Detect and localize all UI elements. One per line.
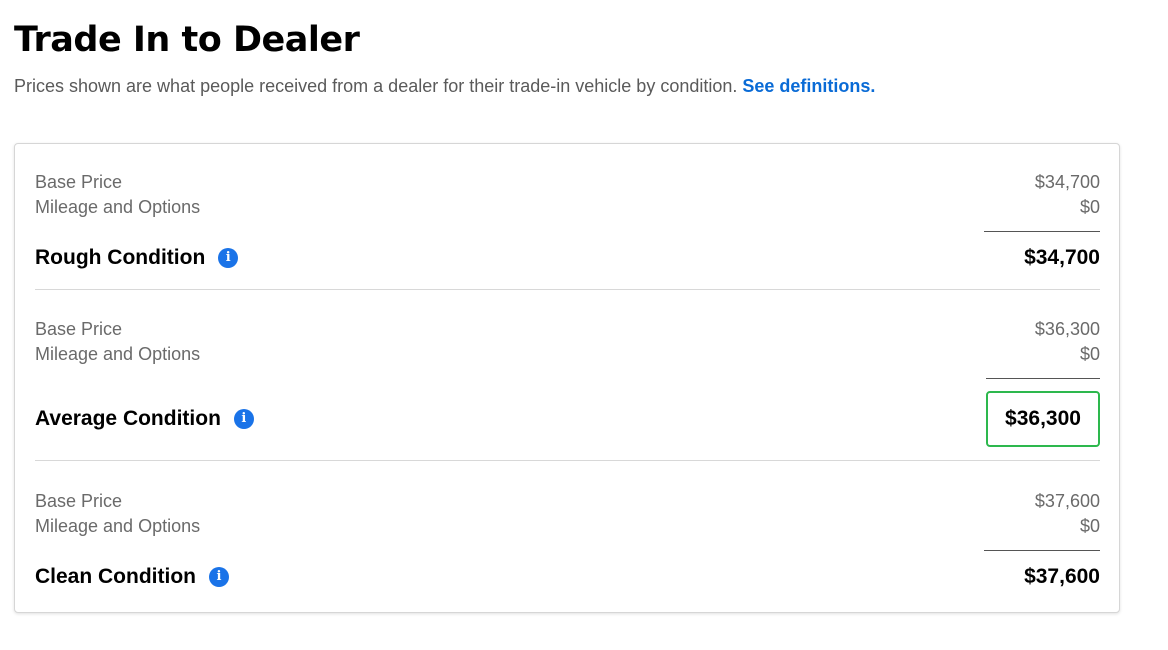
subtotal-rule	[984, 231, 1100, 232]
mileage-options-row: Mileage and Options $0	[35, 514, 1100, 538]
mileage-options-value: $0	[1079, 516, 1100, 536]
trade-in-page: Trade In to Dealer Prices shown are what…	[0, 0, 1168, 650]
info-icon[interactable]: i	[233, 409, 254, 429]
base-price-row: Base Price $36,300	[35, 317, 1100, 341]
condition-total: $34,700	[1024, 246, 1100, 269]
section-divider	[35, 460, 1100, 461]
mileage-options-value: $0	[1079, 197, 1100, 217]
mileage-options-row: Mileage and Options $0	[35, 195, 1100, 219]
condition-name: Clean Condition	[35, 565, 196, 588]
section-divider	[35, 289, 1100, 290]
condition-name: Rough Condition	[35, 246, 206, 269]
subtitle-text: Prices shown are what people received fr…	[14, 76, 738, 96]
base-price-row: Base Price $37,600	[35, 489, 1100, 513]
highlighted-total: $36,300	[986, 391, 1100, 447]
price-card: Base Price $34,700 Mileage and Options $…	[14, 143, 1120, 613]
subtotal-rule	[984, 550, 1100, 551]
base-price-value: $34,700	[1034, 172, 1100, 192]
condition-title: Average Condition i	[35, 407, 254, 431]
total-row: Clean Condition i $37,600	[35, 557, 1100, 597]
base-price-label: Base Price	[35, 172, 123, 192]
base-price-label: Base Price	[35, 491, 123, 511]
mileage-options-value: $0	[1079, 344, 1100, 364]
condition-title: Rough Condition i	[35, 246, 239, 270]
subtotal-rule	[986, 378, 1100, 379]
page-title: Trade In to Dealer	[14, 20, 360, 60]
mileage-options-row: Mileage and Options $0	[35, 342, 1100, 366]
condition-name: Average Condition	[35, 407, 221, 430]
condition-title: Clean Condition i	[35, 565, 229, 589]
base-price-label: Base Price	[35, 319, 123, 339]
total-row: Average Condition i $36,300	[35, 391, 1100, 447]
mileage-options-label: Mileage and Options	[35, 344, 201, 364]
info-icon[interactable]: i	[209, 567, 229, 587]
base-price-value: $36,300	[1034, 319, 1100, 339]
mileage-options-label: Mileage and Options	[35, 197, 201, 217]
base-price-value: $37,600	[1034, 491, 1100, 511]
info-icon[interactable]: i	[218, 248, 239, 268]
see-definitions-link[interactable]: See definitions.	[742, 76, 875, 96]
page-subtitle: Prices shown are what people received fr…	[14, 74, 875, 98]
base-price-row: Base Price $34,700	[35, 170, 1100, 194]
total-row: Rough Condition i $34,700	[35, 238, 1100, 278]
condition-total: $37,600	[1024, 565, 1100, 588]
mileage-options-label: Mileage and Options	[35, 516, 201, 536]
